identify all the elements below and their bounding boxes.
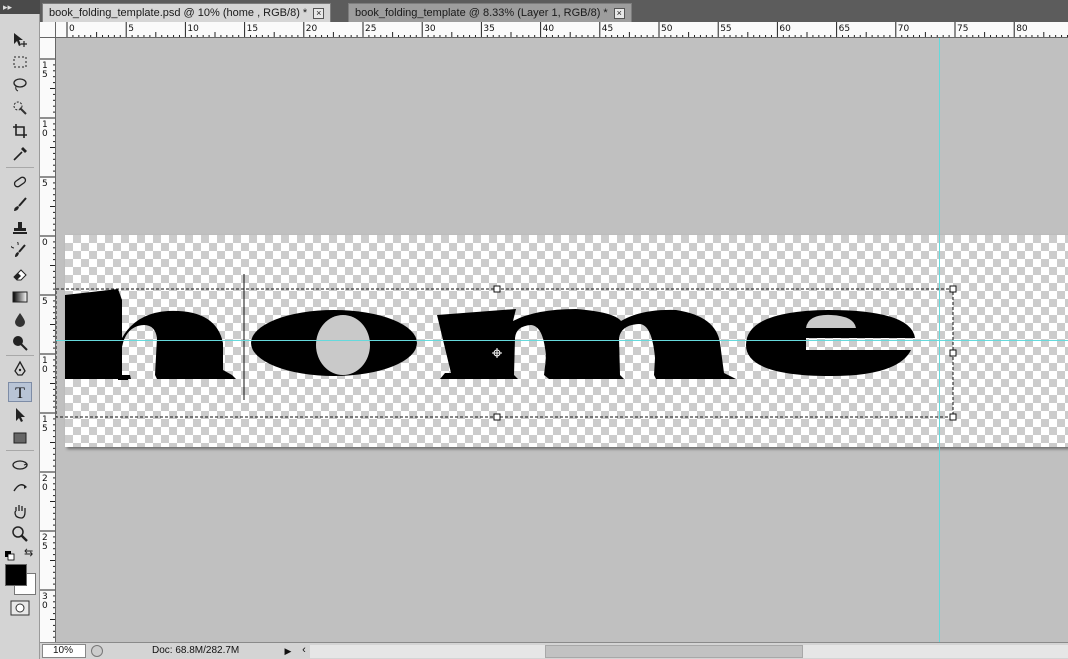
transform-handle-right	[949, 349, 957, 357]
eraser-tool-icon[interactable]	[8, 264, 32, 284]
default-colors-icon[interactable]	[5, 548, 15, 561]
ruler-label: 20	[306, 24, 318, 34]
ruler-label: 0	[42, 365, 48, 375]
ruler-label: 50	[661, 24, 673, 34]
transform-handle-top-right	[949, 285, 957, 293]
zoom-tool-icon[interactable]	[8, 524, 32, 544]
ruler-label: 5	[42, 70, 48, 80]
toolbox-divider	[6, 450, 34, 451]
ruler-label: 5	[42, 179, 48, 189]
quick-select-tool-icon[interactable]	[8, 98, 32, 118]
quick-mask-icon[interactable]	[10, 600, 30, 616]
status-info-icon[interactable]	[91, 645, 103, 657]
ruler-label: 0	[42, 483, 48, 493]
ruler-label: 5	[42, 297, 48, 307]
gradient-tool-icon[interactable]	[8, 287, 32, 307]
glyph-m	[437, 309, 736, 379]
glyph-h	[65, 289, 236, 380]
3d-orbit-tool-icon[interactable]	[8, 478, 32, 498]
zoom-level-field[interactable]: 10%	[42, 644, 86, 658]
3d-rotate-tool-icon[interactable]	[8, 455, 32, 475]
toolbox-divider	[6, 355, 34, 356]
tab-label: book_folding_template @ 8.33% (Layer 1, …	[355, 6, 608, 19]
tab-book-folding-template-psd[interactable]: book_folding_template.psd @ 10% (home , …	[42, 3, 332, 22]
ruler-label: 45	[602, 24, 613, 34]
horizontal-ruler[interactable]: 0 5 10 15 20 25 30 35 40 45 50 55 60 65 70 75 80	[56, 22, 1068, 38]
type-tool-icon[interactable]: T	[8, 382, 32, 402]
ruler-label: 75	[957, 24, 968, 34]
ruler-label: 40	[543, 24, 555, 34]
dodge-tool-icon[interactable]	[8, 333, 32, 353]
ruler-label: 80	[1016, 24, 1028, 34]
tab-book-folding-template[interactable]: book_folding_template @ 8.33% (Layer 1, …	[348, 3, 632, 22]
clone-stamp-tool-icon[interactable]	[8, 218, 32, 238]
toolbox-divider	[6, 167, 34, 168]
ruler-label: 55	[720, 24, 731, 34]
eyedropper-tool-icon[interactable]	[8, 144, 32, 164]
status-bar: 10% Doc: 68.8M/282.7M ▶ ‹	[40, 642, 1068, 659]
crop-tool-icon[interactable]	[8, 121, 32, 141]
transform-handle-bottom-right	[949, 413, 957, 421]
history-brush-tool-icon[interactable]	[8, 241, 32, 261]
horizontal-scrollbar-thumb[interactable]	[545, 645, 803, 658]
close-icon[interactable]: ×	[313, 7, 325, 19]
glyph-e	[746, 310, 915, 376]
ruler-label: 60	[779, 24, 791, 34]
glyph-o-counter	[316, 315, 370, 375]
document-size-info: Doc: 68.8M/282.7M	[152, 645, 240, 656]
ruler-label: 10	[187, 24, 199, 34]
ruler-corner[interactable]	[40, 22, 56, 38]
document-tab-bar: book_folding_template.psd @ 10% (home , …	[40, 0, 1068, 22]
marquee-tool-icon[interactable]	[8, 52, 32, 72]
horizontal-guide[interactable]	[56, 340, 1068, 341]
move-tool-icon[interactable]	[8, 30, 32, 50]
ruler-label: 5	[42, 542, 48, 552]
ruler-label: 35	[483, 24, 494, 34]
ruler-label: 25	[365, 24, 376, 34]
transform-handle-top	[493, 285, 501, 293]
healing-brush-tool-icon[interactable]	[8, 172, 32, 192]
rectangle-tool-icon[interactable]	[8, 428, 32, 448]
close-icon[interactable]: ×	[613, 7, 625, 19]
status-menu-arrow-icon[interactable]: ▶	[282, 644, 294, 658]
ruler-label: 70	[898, 24, 910, 34]
ruler-label: 0	[42, 601, 48, 611]
ruler-label: 0	[42, 238, 48, 248]
ruler-label: 65	[839, 24, 850, 34]
hand-tool-icon[interactable]	[8, 501, 32, 521]
path-select-tool-icon[interactable]	[8, 405, 32, 425]
swap-colors-icon[interactable]: ⇆	[24, 548, 36, 560]
ruler-label: 5	[42, 424, 48, 434]
brush-tool-icon[interactable]	[8, 195, 32, 215]
ruler-label: 0	[42, 129, 48, 139]
ruler-label: 15	[247, 24, 258, 34]
ruler-label: 5	[128, 24, 134, 34]
tab-label: book_folding_template.psd @ 10% (home , …	[49, 6, 308, 19]
ruler-label: 0	[69, 24, 75, 34]
transform-handle-bottom	[493, 413, 501, 421]
pen-tool-icon[interactable]	[8, 359, 32, 379]
foreground-color-swatch[interactable]	[5, 564, 27, 586]
ruler-label: 30	[424, 24, 436, 34]
canvas-pasteboard[interactable]	[56, 38, 1068, 642]
blur-tool-icon[interactable]	[8, 310, 32, 330]
vertical-ruler[interactable]: 151050510152025303	[40, 38, 56, 642]
svg-text:T: T	[15, 385, 25, 401]
toolbox-grip[interactable]: ▸▸	[0, 0, 40, 14]
lasso-tool-icon[interactable]	[8, 75, 32, 95]
scroll-left-icon[interactable]: ‹	[298, 644, 310, 658]
toolbox: ▸▸ T ⇆	[0, 0, 40, 659]
horizontal-scrollbar[interactable]	[310, 645, 1068, 658]
